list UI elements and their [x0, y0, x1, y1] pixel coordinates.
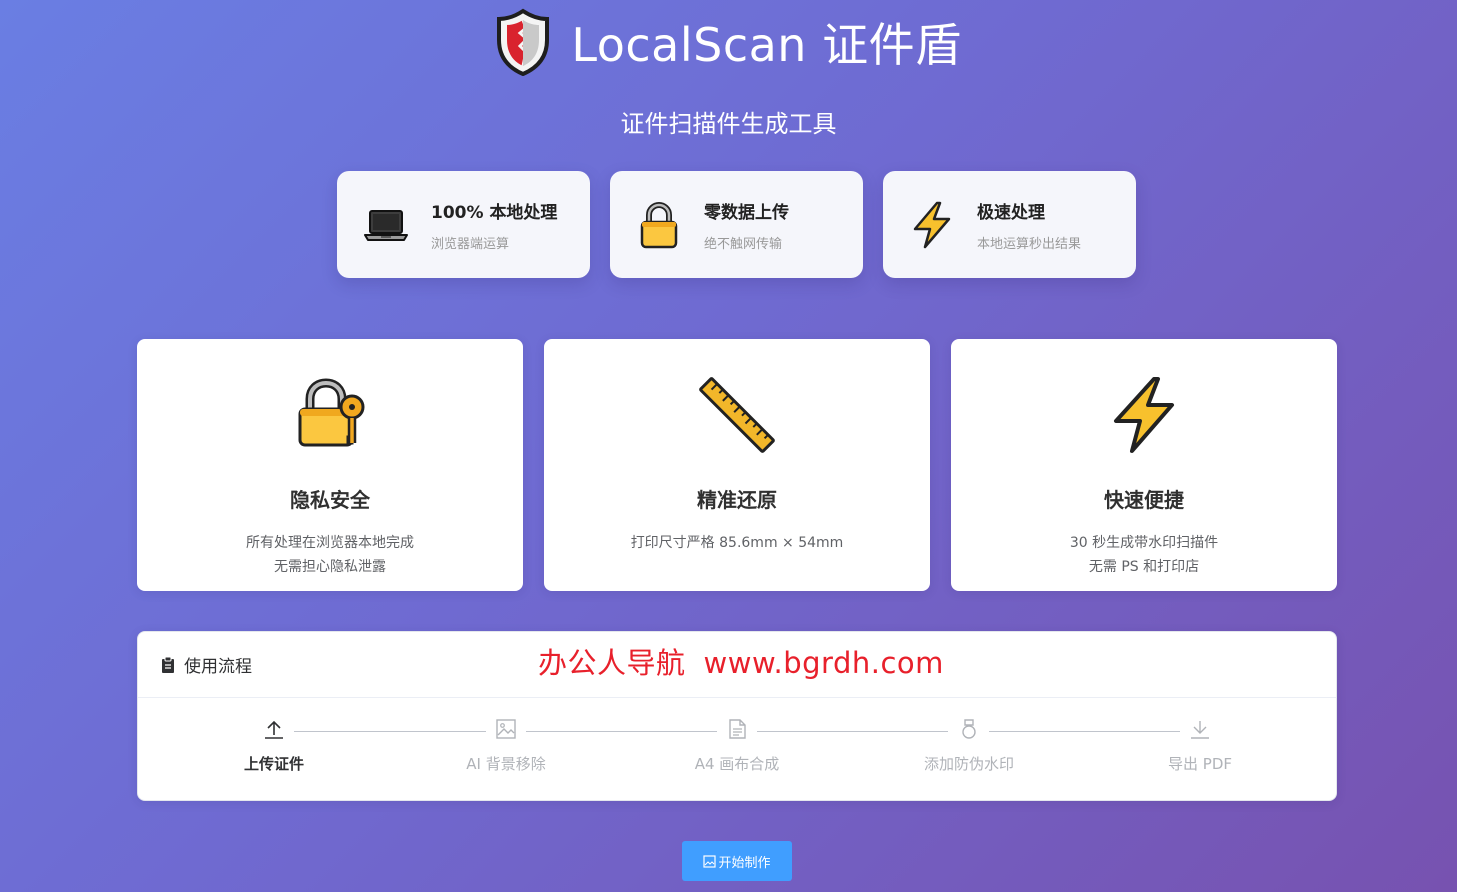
shield-icon — [497, 8, 550, 76]
step-export-pdf[interactable]: 导出 PDF — [1110, 718, 1290, 774]
feature-title: 零数据上传 — [704, 202, 789, 223]
card-desc-line: 无需 PS 和打印店 — [1088, 559, 1200, 575]
card-desc-line: 所有处理在浏览器本地完成 — [246, 535, 414, 551]
feature-title: 100% 本地处理 — [431, 202, 558, 223]
card-desc-line: 30 秒生成带水印扫描件 — [1069, 535, 1219, 551]
step-label: A4 画布合成 — [694, 755, 780, 773]
download-icon — [1191, 721, 1209, 739]
card-title: 快速便捷 — [1104, 488, 1184, 512]
lock-icon — [640, 201, 678, 248]
step-label: 上传证件 — [243, 755, 304, 773]
start-button[interactable]: 开始制作 — [682, 841, 792, 881]
stamp-icon — [962, 719, 976, 739]
picture-icon — [703, 854, 717, 868]
watermark-url: www.bgrdh.com — [703, 646, 944, 680]
card-fast: 快速便捷 30 秒生成带水印扫描件 无需 PS 和打印店 — [951, 339, 1337, 591]
feature-local-processing: 100% 本地处理 浏览器端运算 — [337, 171, 590, 278]
card-desc: 打印尺寸严格 85.6mm × 54mm — [631, 531, 844, 555]
feature-desc: 浏览器端运算 — [431, 236, 510, 252]
step-label: 导出 PDF — [1168, 755, 1232, 773]
app-title: LocalScan 证件盾 — [571, 18, 962, 72]
card-desc-line: 打印尺寸严格 85.6mm × 54mm — [630, 535, 844, 551]
step-upload[interactable]: 上传证件 — [184, 718, 364, 774]
step-watermark[interactable]: 添加防伪水印 — [879, 718, 1059, 774]
card-desc: 30 秒生成带水印扫描件 无需 PS 和打印店 — [1070, 531, 1218, 579]
card-precision: 精准还原 打印尺寸严格 85.6mm × 54mm — [544, 339, 930, 591]
process-title: 使用流程 — [184, 657, 252, 677]
feature-fast-processing: 极速处理 本地运算秒出结果 — [883, 171, 1136, 278]
feature-title: 极速处理 — [977, 202, 1045, 223]
image-icon — [496, 719, 516, 739]
card-title: 精准还原 — [697, 488, 777, 512]
feature-badges: 100% 本地处理 浏览器端运算 零数据上传 绝不触网传输 极速处理 本地运算秒… — [337, 171, 1136, 278]
feature-desc: 本地运算秒出结果 — [977, 236, 1082, 252]
header: LocalScan 证件盾 — [0, 8, 1457, 76]
card-desc-line: 无需担心隐私泄露 — [274, 559, 386, 575]
lock-key-icon — [298, 378, 365, 447]
step-a4-canvas[interactable]: A4 画布合成 — [647, 718, 827, 774]
card-privacy: 隐私安全 所有处理在浏览器本地完成 无需担心隐私泄露 — [137, 339, 523, 591]
document-icon — [729, 719, 746, 739]
start-button-label: 开始制作 — [718, 855, 771, 871]
info-cards: 隐私安全 所有处理在浏览器本地完成 无需担心隐私泄露 精准还原 打印尺寸严格 8… — [137, 339, 1337, 591]
laptop-icon — [364, 209, 408, 241]
ruler-icon — [699, 377, 775, 453]
clipboard-icon — [162, 656, 174, 673]
process-steps: 上传证件 AI 背景移除 A4 画布合成 添加防伪水印 导出 PDF — [138, 698, 1336, 801]
step-label: AI 背景移除 — [466, 755, 546, 773]
card-desc: 所有处理在浏览器本地完成 无需担心隐私泄露 — [246, 531, 414, 579]
step-ai-background[interactable]: AI 背景移除 — [416, 718, 596, 774]
watermark-text: 办公人导航 www.bgrdh.com — [538, 640, 944, 682]
watermark-name: 办公人导航 — [538, 646, 686, 680]
upload-icon — [265, 720, 283, 739]
feature-zero-upload: 零数据上传 绝不触网传输 — [610, 171, 863, 278]
step-label: 添加防伪水印 — [923, 755, 1014, 773]
card-title: 隐私安全 — [290, 488, 370, 512]
lightning-icon — [913, 201, 951, 248]
process-header: 使用流程 办公人导航 www.bgrdh.com — [138, 632, 1336, 698]
usage-process-panel: 使用流程 办公人导航 www.bgrdh.com 上传证件 AI 背景移除 A4… — [137, 631, 1337, 801]
feature-desc: 绝不触网传输 — [704, 236, 783, 252]
app-subtitle: 证件扫描件生成工具 — [620, 110, 837, 138]
lightning-icon — [1114, 377, 1174, 453]
